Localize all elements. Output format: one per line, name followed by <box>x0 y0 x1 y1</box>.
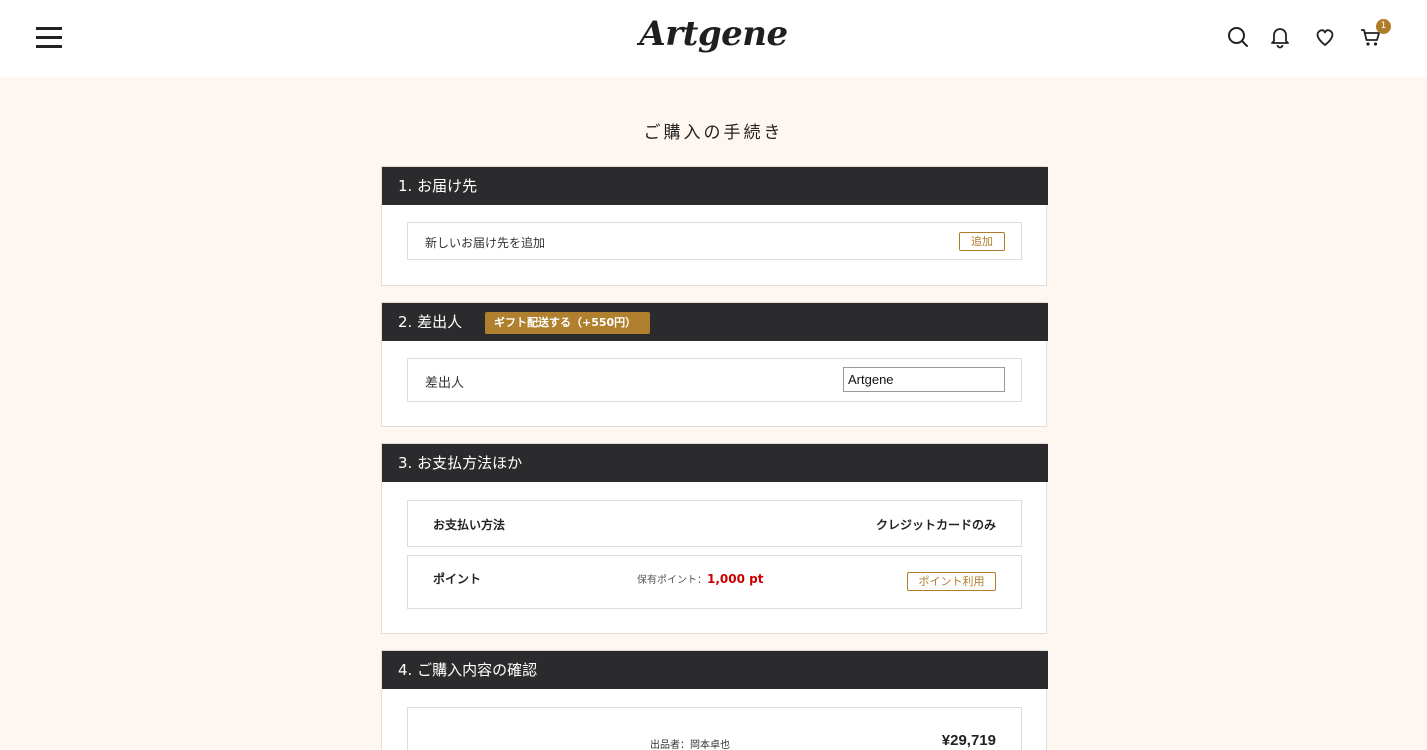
site-header: Artgene 1 <box>0 0 1427 77</box>
payment-method-value: クレジットカードのみ <box>875 518 996 532</box>
points-label: ポイント <box>433 572 482 586</box>
delivery-heading: 1. お届け先 <box>382 167 1048 205</box>
add-address-text: 新しいお届け先を追加 <box>425 236 546 250</box>
payment-method-row: お支払い方法 クレジットカードのみ <box>407 500 1022 547</box>
add-address-button[interactable]: 追加 <box>959 232 1005 251</box>
sender-section: 2. 差出人 ギフト配送する（+550円） 差出人 <box>381 302 1048 427</box>
sender-row: 差出人 <box>407 358 1022 402</box>
payment-section: 3. お支払方法ほか お支払い方法 クレジットカードのみ ポイント 保有ポイント… <box>381 443 1048 634</box>
delivery-section: 1. お届け先 新しいお届け先を追加 追加 <box>381 166 1048 286</box>
heart-icon[interactable] <box>1312 24 1338 50</box>
item-price: ¥29,719 <box>941 732 996 749</box>
points-held: 保有ポイント：1,000 pt <box>637 571 763 586</box>
payment-heading: 3. お支払方法ほか <box>382 444 1048 482</box>
points-held-label: 保有ポイント： <box>637 575 707 586</box>
bell-icon[interactable] <box>1267 24 1293 50</box>
sender-heading-text: 2. 差出人 <box>398 313 463 331</box>
add-address-row: 新しいお届け先を追加 追加 <box>407 222 1022 260</box>
page-title: ご購入の手続き <box>643 123 784 143</box>
sender-name-input[interactable] <box>843 367 1005 392</box>
sender-label: 差出人 <box>425 376 465 391</box>
order-item-row: 出品者：岡本卓也 ¥29,719 <box>407 707 1022 750</box>
sender-heading: 2. 差出人 ギフト配送する（+550円） <box>382 303 1048 341</box>
site-logo[interactable]: Artgene <box>0 14 1427 54</box>
points-row: ポイント 保有ポイント：1,000 pt ポイント利用 <box>407 555 1022 609</box>
gift-delivery-button[interactable]: ギフト配送する（+550円） <box>485 312 651 334</box>
cart-count-badge: 1 <box>1376 19 1391 34</box>
search-icon[interactable] <box>1225 24 1251 50</box>
use-points-button[interactable]: ポイント利用 <box>907 572 996 591</box>
payment-method-label: お支払い方法 <box>433 518 506 532</box>
confirm-section: 4. ご購入内容の確認 出品者：岡本卓也 ¥29,719 <box>381 650 1048 750</box>
points-held-value: 1,000 pt <box>707 572 764 586</box>
confirm-heading: 4. ご購入内容の確認 <box>382 651 1048 689</box>
seller-name: 出品者：岡本卓也 <box>650 740 730 750</box>
